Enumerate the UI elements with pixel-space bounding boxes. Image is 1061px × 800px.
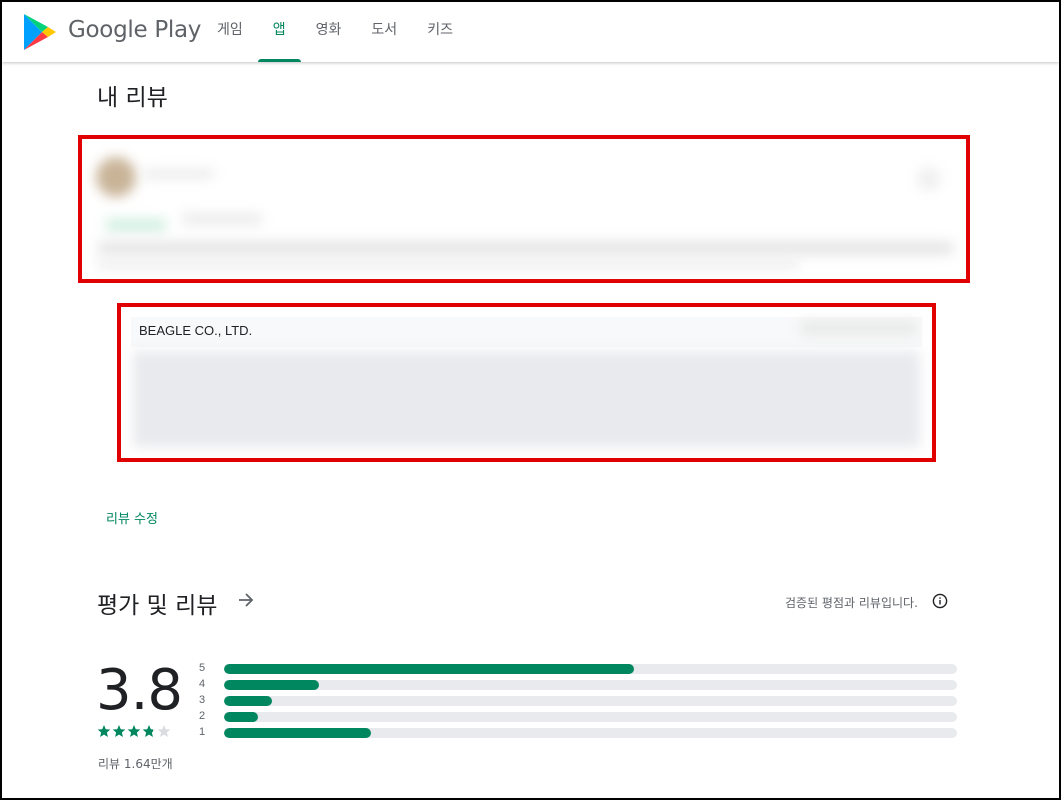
tab-movies[interactable]: 영화 bbox=[301, 2, 357, 62]
ratings-title[interactable]: 평가 및 리뷰 bbox=[97, 586, 217, 620]
rating-bar-track bbox=[224, 728, 957, 738]
redacted-review-text bbox=[98, 241, 953, 255]
reviewer-avatar bbox=[96, 157, 136, 197]
star-icon bbox=[112, 725, 126, 737]
redacted-reviewer-name bbox=[144, 169, 214, 179]
redacted-review-text-2 bbox=[98, 259, 798, 269]
top-app-bar: Google Play 게임 앱 영화 도서 키즈 bbox=[2, 2, 1059, 62]
tab-games[interactable]: 게임 bbox=[202, 2, 258, 62]
rating-bar-fill bbox=[224, 728, 371, 738]
rating-bar-fill bbox=[224, 696, 272, 706]
highlighted-my-review bbox=[78, 135, 970, 283]
rating-bar-label: 4 bbox=[199, 678, 206, 690]
star-icon bbox=[142, 725, 156, 737]
rating-bar-row: 2 bbox=[199, 710, 959, 726]
rating-bar-fill bbox=[224, 712, 259, 722]
rating-bar-label: 1 bbox=[199, 726, 206, 738]
brand-name[interactable]: Google Play bbox=[68, 17, 201, 43]
rating-bar-track bbox=[224, 664, 957, 674]
verified-ratings-text: 검증된 평점과 리뷰입니다. bbox=[785, 596, 918, 610]
star-icon bbox=[127, 725, 141, 737]
tab-books[interactable]: 도서 bbox=[356, 2, 412, 62]
redacted-reply-date bbox=[801, 321, 916, 335]
star-icon bbox=[97, 725, 111, 737]
rating-bar-row: 3 bbox=[199, 694, 959, 710]
review-count: 리뷰 1.64만개 bbox=[98, 757, 173, 771]
star-icon bbox=[157, 725, 171, 737]
edit-review-link[interactable]: 리뷰 수정 bbox=[106, 508, 158, 527]
highlighted-developer-reply: BEAGLE CO., LTD. bbox=[117, 303, 936, 462]
redacted-stars bbox=[106, 219, 166, 231]
my-review-title: 내 리뷰 bbox=[97, 85, 168, 111]
rating-bar-label: 3 bbox=[199, 694, 206, 706]
rating-bar-fill bbox=[224, 664, 635, 674]
redacted-date bbox=[182, 213, 262, 225]
rating-bar-label: 2 bbox=[199, 710, 206, 722]
average-rating: 3.8 bbox=[96, 658, 183, 723]
rating-bar-track bbox=[224, 680, 957, 690]
review-menu-icon[interactable] bbox=[917, 167, 941, 191]
info-icon[interactable] bbox=[932, 593, 948, 609]
rating-bar-row: 1 bbox=[199, 726, 959, 742]
rating-bar-row: 4 bbox=[199, 678, 959, 694]
arrow-right-icon[interactable] bbox=[236, 590, 256, 610]
rating-distribution: 5 4 3 2 1 bbox=[199, 662, 959, 742]
tab-kids[interactable]: 키즈 bbox=[412, 2, 468, 62]
rating-bar-row: 5 bbox=[199, 662, 959, 678]
tab-apps[interactable]: 앱 bbox=[257, 2, 301, 62]
category-tabs: 게임 앱 영화 도서 키즈 bbox=[202, 2, 468, 62]
rating-stars bbox=[97, 724, 171, 738]
rating-bar-track bbox=[224, 712, 957, 722]
rating-bar-label: 5 bbox=[199, 662, 206, 674]
redacted-reply-text bbox=[133, 351, 920, 447]
google-play-logo-icon[interactable] bbox=[22, 12, 58, 52]
rating-bar-track bbox=[224, 696, 957, 706]
developer-name: BEAGLE CO., LTD. bbox=[139, 323, 253, 338]
rating-bar-fill bbox=[224, 680, 320, 690]
